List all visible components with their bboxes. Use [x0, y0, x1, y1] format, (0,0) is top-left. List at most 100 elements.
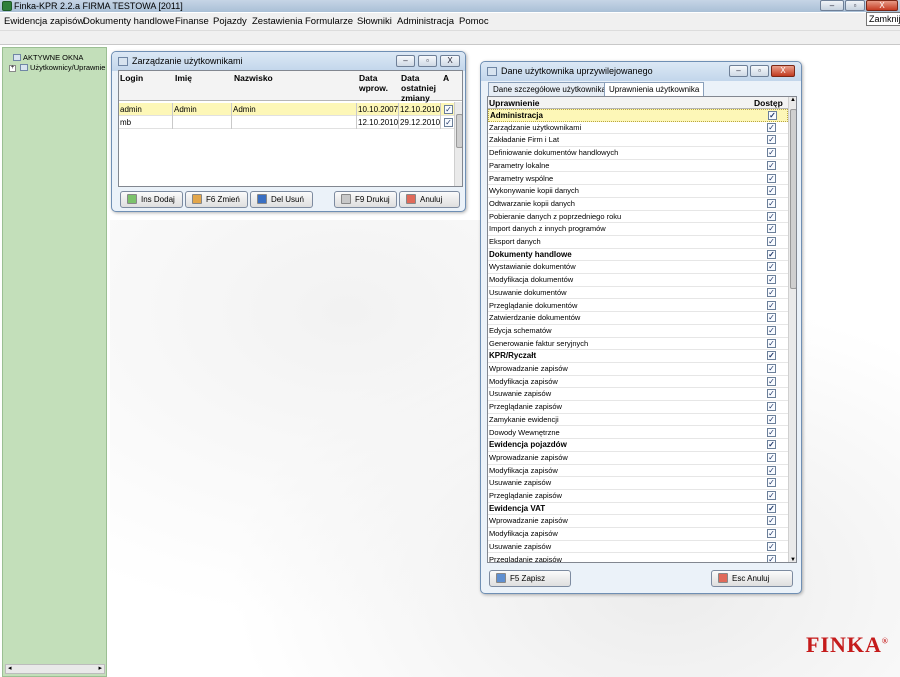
access-checkbox[interactable]: ✓ — [767, 503, 776, 513]
cancel-button[interactable]: Anuluj — [399, 191, 460, 208]
tree-root[interactable]: AKTYWNE OKNA — [13, 53, 83, 62]
permission-row[interactable]: Administracja ✓ — [488, 109, 788, 122]
users-maximize-button[interactable]: ▫ — [418, 55, 437, 67]
permission-row[interactable]: Usuwanie zapisów ✓ — [488, 477, 788, 490]
menu-dokumenty-handlowe[interactable]: Dokumenty handlowe — [83, 13, 174, 31]
access-checkbox[interactable]: ✓ — [767, 237, 776, 246]
col-permission[interactable]: Uprawnienie — [489, 98, 540, 108]
permission-row[interactable]: Parametry lokalne ✓ — [488, 160, 788, 173]
access-checkbox[interactable]: ✓ — [767, 186, 776, 196]
menu-slowniki[interactable]: Słowniki — [357, 13, 392, 31]
permission-row[interactable]: Zamykanie ewidencji ✓ — [488, 414, 788, 427]
users-table-scrollbar[interactable] — [454, 102, 462, 186]
access-checkbox[interactable]: ✓ — [767, 135, 776, 145]
permission-row[interactable]: Pobieranie danych z poprzedniego roku ✓ — [488, 211, 788, 224]
access-checkbox[interactable]: ✓ — [767, 389, 776, 399]
minimize-button[interactable]: – — [820, 0, 844, 11]
access-checkbox[interactable]: ✓ — [767, 452, 776, 462]
menu-ewidencja-zapisow[interactable]: Ewidencja zapisów — [4, 13, 84, 31]
permission-row[interactable]: Edycja schematów ✓ — [488, 325, 788, 338]
access-checkbox[interactable]: ✓ — [767, 173, 776, 183]
permission-row[interactable]: Wykonywanie kopii danych ✓ — [488, 185, 788, 198]
permission-row[interactable]: Wystawianie dokumentów ✓ — [488, 261, 788, 275]
perm-maximize-button[interactable]: ▫ — [750, 65, 769, 77]
left-panel-hscrollbar[interactable]: ◂ ▸ — [5, 664, 105, 674]
permission-row[interactable]: Przeglądanie dokumentów ✓ — [488, 300, 788, 313]
permission-row[interactable]: Usuwanie dokumentów ✓ — [488, 287, 788, 300]
tab-details[interactable]: Dane szczegółowe użytkownika — [488, 82, 611, 97]
permission-row[interactable]: Usuwanie zapisów ✓ — [488, 541, 788, 554]
permission-row[interactable]: Usuwanie zapisów ✓ — [488, 388, 788, 402]
permission-row[interactable]: Parametry wspólne ✓ — [488, 173, 788, 186]
menu-finanse[interactable]: Finanse — [175, 13, 209, 31]
permission-row[interactable]: Modyfikacja dokumentów ✓ — [488, 274, 788, 287]
access-checkbox[interactable]: ✓ — [767, 313, 776, 323]
table-row[interactable]: admin Admin Admin 10.10.2007 12.10.2010 … — [119, 103, 455, 116]
access-checkbox[interactable]: ✓ — [767, 287, 776, 297]
col-changed[interactable]: Data ostatniej zmiany — [401, 73, 441, 103]
col-access[interactable]: Dostęp — [754, 98, 783, 108]
access-checkbox[interactable]: ✓ — [767, 325, 776, 335]
print-button[interactable]: F9 Drukuj — [334, 191, 397, 208]
access-checkbox[interactable]: ✓ — [767, 465, 776, 475]
permission-row[interactable]: Wprowadzanie zapisów ✓ — [488, 363, 788, 376]
permission-row[interactable]: Definiowanie dokumentów handlowych ✓ — [488, 147, 788, 160]
cell-active-checkbox[interactable]: ✓ — [444, 105, 453, 114]
permission-row[interactable]: Wprowadzanie zapisów ✓ — [488, 452, 788, 465]
close-app-button[interactable]: X — [866, 0, 898, 11]
permissions-scrollbar[interactable]: ▲ ▼ — [788, 97, 796, 562]
permission-row[interactable]: Dowody Wewnętrzne ✓ — [488, 427, 788, 440]
tree-item-users[interactable]: Użytkownicy/Uprawnie — [20, 63, 105, 72]
permission-row[interactable]: Przeglądanie zapisów ✓ — [488, 554, 788, 562]
table-row[interactable]: mb 12.10.2010 29.12.2010 ✓ — [119, 116, 455, 129]
menu-administracja[interactable]: Administracja — [397, 13, 454, 31]
permission-row[interactable]: Zakładanie Firm i Lat ✓ — [488, 134, 788, 148]
access-checkbox[interactable]: ✓ — [768, 111, 777, 120]
access-checkbox[interactable]: ✓ — [767, 376, 776, 386]
access-checkbox[interactable]: ✓ — [767, 122, 776, 132]
access-checkbox[interactable]: ✓ — [767, 351, 776, 361]
menu-zestawienia[interactable]: Zestawienia — [252, 13, 303, 31]
access-checkbox[interactable]: ✓ — [767, 478, 776, 488]
perm-minimize-button[interactable]: – — [729, 65, 748, 77]
access-checkbox[interactable]: ✓ — [767, 541, 776, 551]
permissions-window-titlebar[interactable]: Dane użytkownika uprzywilejowanego – ▫ X — [481, 62, 801, 81]
permission-row[interactable]: Dokumenty handlowe ✓ — [488, 249, 788, 262]
add-user-button[interactable]: Ins Dodaj — [120, 191, 183, 208]
perm-cancel-button[interactable]: Esc Anuluj — [711, 570, 793, 587]
col-login[interactable]: Login — [120, 73, 143, 83]
scroll-left-icon[interactable]: ◂ — [8, 665, 12, 673]
permission-row[interactable]: Zarządzanie użytkownikami ✓ — [488, 122, 788, 135]
col-active[interactable]: A — [443, 73, 449, 83]
edit-user-button[interactable]: F6 Zmień — [185, 191, 248, 208]
scroll-up-icon[interactable]: ▲ — [790, 97, 796, 103]
access-checkbox[interactable]: ✓ — [767, 198, 776, 208]
maximize-button[interactable]: ▫ — [845, 0, 865, 11]
access-checkbox[interactable]: ✓ — [767, 300, 776, 310]
permission-row[interactable]: Generowanie faktur seryjnych ✓ — [488, 338, 788, 351]
access-checkbox[interactable]: ✓ — [767, 338, 776, 348]
scroll-down-icon[interactable]: ▼ — [790, 557, 796, 562]
menu-pojazdy[interactable]: Pojazdy — [213, 13, 247, 31]
access-checkbox[interactable]: ✓ — [767, 529, 776, 539]
permission-row[interactable]: Ewidencja VAT ✓ — [488, 503, 788, 516]
permission-row[interactable]: Modyfikacja zapisów ✓ — [488, 528, 788, 541]
access-checkbox[interactable]: ✓ — [767, 402, 776, 412]
permission-row[interactable]: Eksport danych ✓ — [488, 236, 788, 249]
permission-row[interactable]: Zatwierdzanie dokumentów ✓ — [488, 312, 788, 325]
col-last-name[interactable]: Nazwisko — [234, 73, 273, 83]
access-checkbox[interactable]: ✓ — [767, 364, 776, 373]
cell-active-checkbox[interactable]: ✓ — [444, 118, 453, 127]
permission-row[interactable]: Modyfikacja zapisów ✓ — [488, 376, 788, 389]
access-checkbox[interactable]: ✓ — [767, 211, 776, 221]
users-minimize-button[interactable]: – — [396, 55, 415, 67]
access-checkbox[interactable]: ✓ — [767, 275, 776, 285]
delete-user-button[interactable]: Del Usuń — [250, 191, 313, 208]
permission-row[interactable]: Przeglądanie zapisów ✓ — [488, 401, 788, 414]
permission-row[interactable]: Wprowadzanie zapisów ✓ — [488, 515, 788, 529]
permission-row[interactable]: Przeglądanie zapisów ✓ — [488, 490, 788, 503]
access-checkbox[interactable]: ✓ — [767, 414, 776, 424]
save-button[interactable]: F5 Zapisz — [489, 570, 571, 587]
access-checkbox[interactable]: ✓ — [767, 262, 776, 272]
access-checkbox[interactable]: ✓ — [767, 516, 776, 526]
